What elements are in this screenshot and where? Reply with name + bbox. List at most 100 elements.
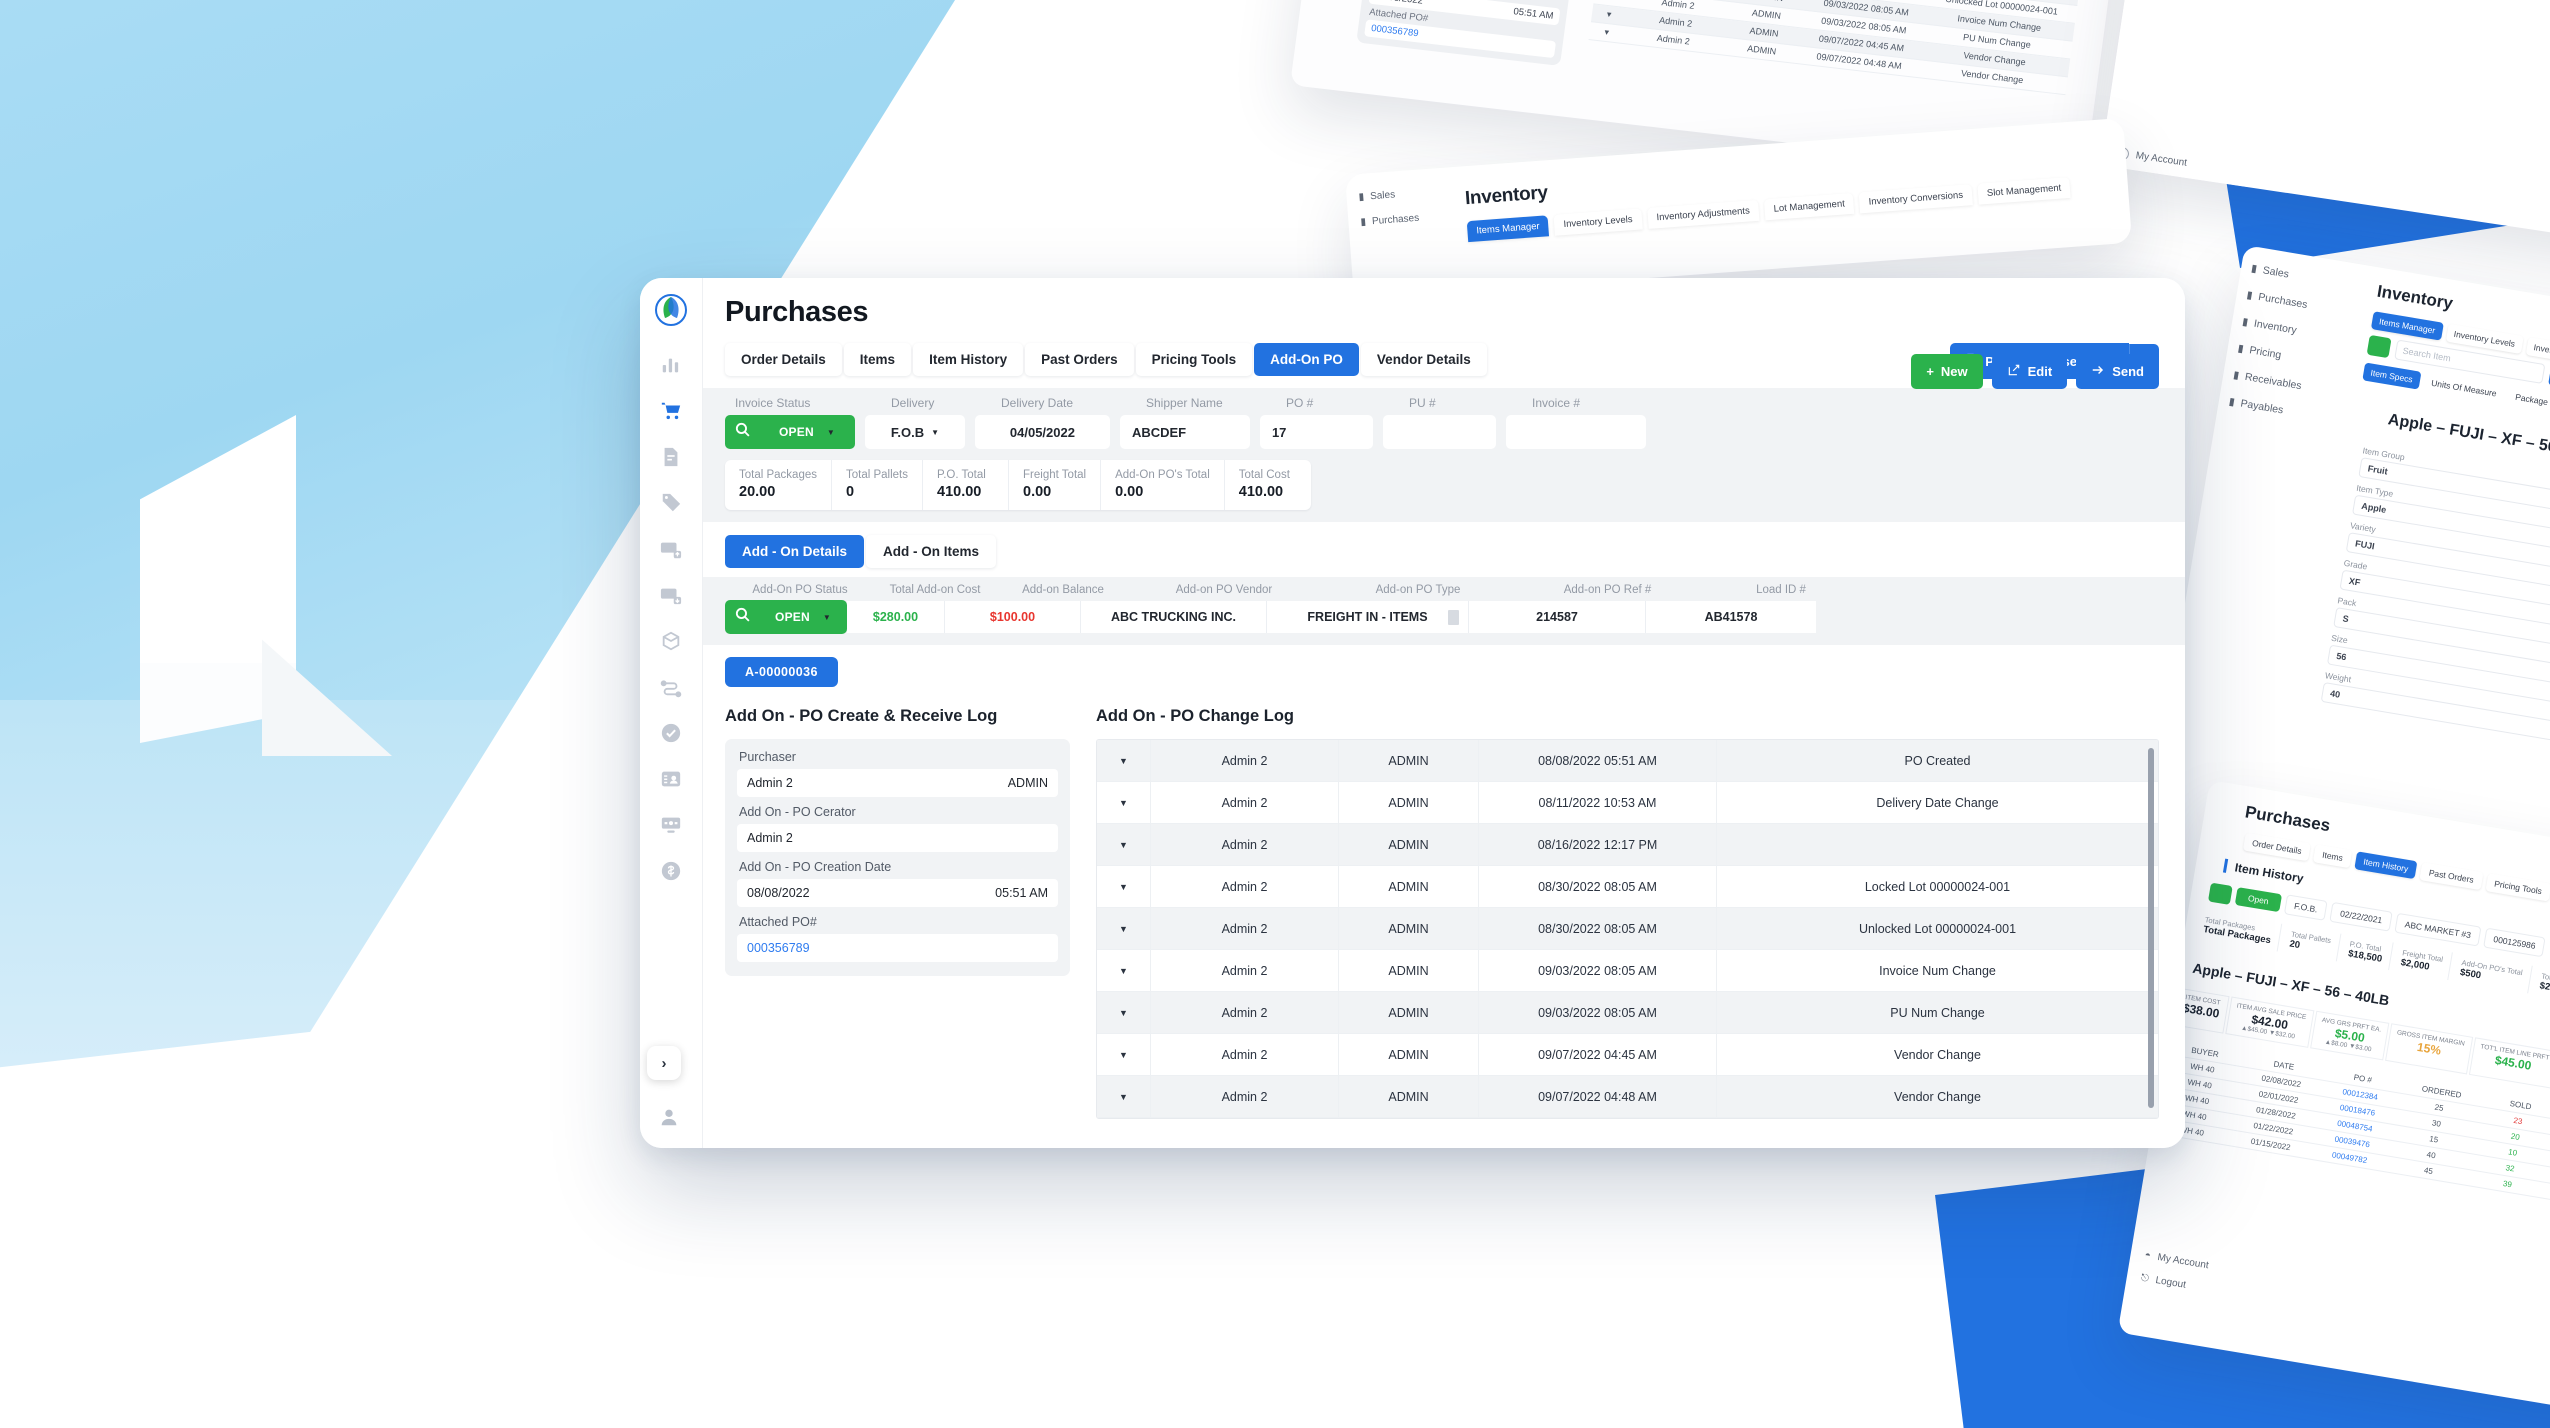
- sidebar-item-contacts[interactable]: [656, 764, 686, 794]
- new-button[interactable]: + New: [1911, 354, 1983, 389]
- subtab-add-on-details[interactable]: Add - On Details: [725, 535, 865, 568]
- bg-filter: 000125986: [2483, 927, 2547, 958]
- row-role: ADMIN: [1339, 950, 1479, 991]
- send-button[interactable]: Send: [2076, 354, 2159, 389]
- addon-col-balance: Add-on Balance: [1022, 584, 1104, 596]
- table-row[interactable]: ▼ Admin 2 ADMIN 08/30/2022 08:05 AM Unlo…: [1097, 908, 2158, 950]
- row-action: [1717, 824, 2158, 865]
- background-mock-table: ▾Admin 2ADMIN08/16/2022 12:17 PM ▾Admin …: [1588, 0, 2082, 96]
- caret-down-icon[interactable]: ▼: [1097, 824, 1151, 865]
- purchaser-value: Admin 2: [747, 776, 793, 790]
- search-button[interactable]: [725, 415, 759, 449]
- addon-status-select[interactable]: OPEN ▼: [759, 600, 847, 634]
- table-row[interactable]: ▼ Admin 2 ADMIN 09/07/2022 04:45 AM Vend…: [1097, 1034, 2158, 1076]
- table-row[interactable]: ▼ Admin 2 ADMIN 09/03/2022 08:05 AM Invo…: [1097, 950, 2158, 992]
- caret-down-icon[interactable]: ▼: [1097, 950, 1151, 991]
- edit-button[interactable]: Edit: [1991, 354, 2068, 389]
- tab-items[interactable]: Items: [843, 343, 912, 376]
- stat-label: Total Cost: [1238, 469, 1290, 481]
- create-log-form: Purchaser Admin 2 ADMIN Add On - PO Cera…: [725, 739, 1070, 976]
- caret-down-icon[interactable]: ▼: [1097, 782, 1151, 823]
- filter-label-invoice-number: Invoice #: [1532, 396, 1581, 410]
- primary-tabs: Order Details Items Item History Past Or…: [725, 343, 1487, 376]
- sidebar-item-payables[interactable]: [656, 580, 686, 610]
- filter-label-invoice-status: Invoice Status: [735, 396, 811, 410]
- stat-value: 410.00: [1238, 484, 1284, 500]
- tab-pricing-tools[interactable]: Pricing Tools: [1135, 343, 1253, 376]
- change-log-scrollbar[interactable]: [2148, 748, 2154, 1108]
- pencil-square-icon: [2007, 363, 2021, 380]
- sidebar-item-accounting[interactable]: [656, 856, 686, 886]
- sidebar-item-purchases[interactable]: [656, 396, 686, 426]
- invoice-number-input[interactable]: [1505, 415, 1646, 449]
- label-po-creation-date: Add On - PO Creation Date: [739, 860, 892, 874]
- table-row[interactable]: ▼ Admin 2 ADMIN 09/03/2022 08:05 AM PU N…: [1097, 992, 2158, 1034]
- tab-vendor-details[interactable]: Vendor Details: [1360, 343, 1487, 376]
- bg-field-right: 05:51 AM: [1512, 6, 1555, 22]
- field-po-creator[interactable]: Admin 2: [737, 824, 1058, 852]
- caret-down-icon[interactable]: ▼: [1097, 992, 1151, 1033]
- caret-down-icon[interactable]: ▼: [1097, 1034, 1151, 1075]
- field-po-creation-date[interactable]: 08/08/2022 05:51 AM: [737, 879, 1058, 907]
- sidebar-item-reports[interactable]: [656, 810, 686, 840]
- pu-number-input[interactable]: [1382, 415, 1496, 449]
- table-row[interactable]: ▼ Admin 2 ADMIN 08/30/2022 08:05 AM Lock…: [1097, 866, 2158, 908]
- caret-down-icon[interactable]: ▼: [1097, 866, 1151, 907]
- tab-add-on-po[interactable]: Add-On PO: [1254, 343, 1359, 376]
- stat-label: Freight Total: [1023, 469, 1087, 481]
- bg-search-icon: [2208, 882, 2233, 905]
- table-row[interactable]: ▼ Admin 2 ADMIN 09/07/2022 04:48 AM Vend…: [1097, 1076, 2158, 1118]
- addon-balance: $100.00: [945, 601, 1081, 633]
- sidebar-item-tasks[interactable]: [656, 718, 686, 748]
- tab-item-history[interactable]: Item History: [913, 343, 1024, 376]
- bg-menu-label: Sales: [2261, 264, 2290, 281]
- new-button-label: New: [1940, 364, 1968, 379]
- caret-down-icon[interactable]: ▼: [1097, 1076, 1151, 1117]
- po-number-input[interactable]: 17: [1259, 415, 1373, 449]
- chevron-down-icon: ▼: [931, 427, 940, 437]
- table-row[interactable]: ▼ Admin 2 ADMIN 08/08/2022 05:51 AM PO C…: [1097, 740, 2158, 782]
- invoice-status-select[interactable]: OPEN ▼: [759, 415, 855, 449]
- sidebar-item-sales[interactable]: [656, 350, 686, 380]
- caret-down-icon[interactable]: ▼: [1097, 908, 1151, 949]
- bg-tab: Inventory Levels: [1553, 208, 1643, 236]
- delivery-select[interactable]: F.O.B ▼: [864, 415, 965, 449]
- stat-total-cost: Total Cost 410.00: [1225, 460, 1311, 510]
- logout-icon: ⎋: [2139, 1272, 2150, 1285]
- account-icon[interactable]: [658, 1106, 680, 1128]
- field-purchaser[interactable]: Admin 2 ADMIN: [737, 769, 1058, 797]
- expand-sidebar-button[interactable]: ›: [647, 1046, 681, 1080]
- addon-search-button[interactable]: [725, 600, 759, 634]
- tab-order-details[interactable]: Order Details: [725, 343, 842, 376]
- bg-tab: Items Manager: [1466, 215, 1550, 243]
- stat-value: 20.00: [739, 484, 776, 500]
- row-user: Admin 2: [1151, 740, 1339, 781]
- row-action: Delivery Date Change: [1876, 795, 1999, 810]
- table-row[interactable]: ▼ Admin 2 ADMIN 08/11/2022 10:53 AM Deli…: [1097, 782, 2158, 824]
- tab-past-orders[interactable]: Past Orders: [1025, 343, 1134, 376]
- field-attached-po[interactable]: 000356789: [737, 934, 1058, 962]
- sidebar-item-inventory[interactable]: [656, 626, 686, 656]
- row-role: ADMIN: [1339, 782, 1479, 823]
- sidebar-item-pricing[interactable]: [656, 488, 686, 518]
- create-receive-log: Add On - PO Create & Receive Log Purchas…: [725, 707, 1070, 1148]
- addon-po-id-badge[interactable]: A-00000036: [725, 657, 838, 687]
- arrow-right-icon: [2091, 363, 2105, 380]
- row-date: 08/11/2022 10:53 AM: [1479, 782, 1717, 823]
- caret-down-icon[interactable]: ▼: [1097, 740, 1151, 781]
- addon-col-ref: Add-on PO Ref #: [1563, 584, 1652, 596]
- subtab-add-on-items[interactable]: Add - On Items: [866, 535, 997, 568]
- table-row[interactable]: ▼ Admin 2 ADMIN 08/16/2022 12:17 PM: [1097, 824, 2158, 866]
- row-role: ADMIN: [1339, 1034, 1479, 1075]
- shipper-name-input[interactable]: ABCDEF: [1119, 415, 1250, 449]
- sidebar-item-documents[interactable]: [656, 442, 686, 472]
- delivery-date-input[interactable]: 04/05/2022: [974, 415, 1110, 449]
- sidebar-item-receivables[interactable]: [656, 534, 686, 564]
- app-logo: [655, 294, 687, 326]
- summary-stats: Total Packages 20.00 Total Pallets 0 P.O…: [725, 460, 1311, 510]
- change-log-title: Add On - PO Change Log: [1096, 707, 1294, 725]
- row-date: 08/30/2022 08:05 AM: [1479, 908, 1717, 949]
- sidebar-item-logistics[interactable]: [656, 672, 686, 702]
- label-attached-po: Attached PO#: [739, 915, 817, 929]
- filter-label-shipper-name: Shipper Name: [1146, 396, 1223, 410]
